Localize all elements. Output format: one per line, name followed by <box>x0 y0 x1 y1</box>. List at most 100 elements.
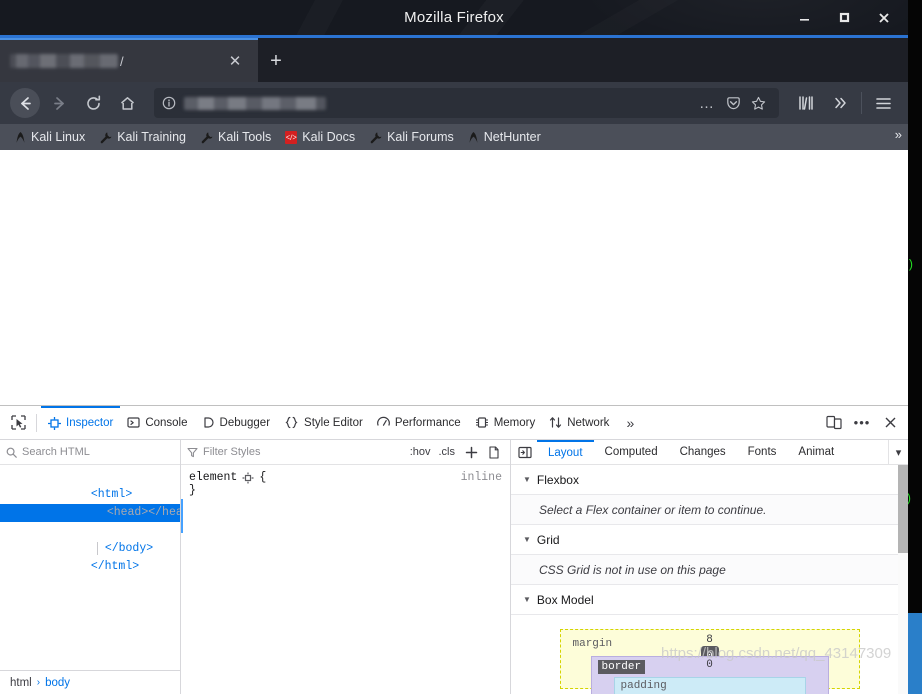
element-picker-icon[interactable] <box>4 409 32 437</box>
breadcrumb-item-body[interactable]: body <box>45 677 70 689</box>
firefox-window: Mozilla Firefox / ✕ + … Kali Linux Kali … <box>0 0 908 694</box>
maximize-button[interactable] <box>824 0 864 35</box>
breadcrumb-item-html[interactable]: html <box>10 677 32 689</box>
document-icon <box>489 445 499 459</box>
hover-states-button[interactable]: :hov <box>406 442 435 462</box>
expand-twisty-icon[interactable]: ▼ <box>91 527 96 536</box>
back-button[interactable] <box>10 88 40 118</box>
devtools-tab-label: Performance <box>394 416 461 429</box>
dom-tree: <html> <head></head> ▼ <body> </body> </… <box>0 465 180 670</box>
browser-tab[interactable]: / ✕ <box>0 40 258 82</box>
bookmark-label: Kali Forums <box>387 130 454 144</box>
responsive-design-mode-icon[interactable] <box>820 409 848 437</box>
section-header-grid[interactable]: ▼ Grid <box>511 525 908 555</box>
tab-title-redacted <box>10 54 118 68</box>
devtools-tab-inspector[interactable]: Inspector <box>41 405 121 439</box>
devtools-tab-network[interactable]: Network <box>542 406 616 439</box>
bookmark-kali-linux[interactable]: Kali Linux <box>8 126 92 148</box>
element-classes-button[interactable]: .cls <box>435 442 460 462</box>
devtools-tab-console[interactable]: Console <box>120 406 194 439</box>
url-bar[interactable]: … <box>154 88 779 118</box>
page-actions-icon[interactable]: … <box>693 95 721 112</box>
sidebar-tab-layout[interactable]: Layout <box>537 439 594 464</box>
wrench-icon <box>201 131 213 143</box>
devtools-tab-performance[interactable]: Performance <box>370 406 468 439</box>
forward-button[interactable] <box>44 88 74 118</box>
page-viewport[interactable] <box>0 150 908 479</box>
sidebar-tabs-overflow-icon[interactable]: ▾ <box>888 440 908 464</box>
style-editor-icon <box>285 416 298 429</box>
collapse-twisty-icon[interactable]: ▼ <box>523 535 531 544</box>
add-new-rule-button[interactable] <box>459 442 484 462</box>
performance-icon <box>376 416 390 426</box>
devtools-tab-label: Console <box>145 416 188 429</box>
section-header-flexbox[interactable]: ▼ Flexbox <box>511 465 908 495</box>
sidebar-tab-changes[interactable]: Changes <box>669 440 737 464</box>
reload-button[interactable] <box>78 88 108 118</box>
box-model-margin-top-value[interactable]: 8 <box>706 634 713 646</box>
breadcrumb-separator: › <box>36 677 41 688</box>
minimize-button[interactable] <box>784 0 824 35</box>
breadcrumb: html › body <box>0 670 180 694</box>
bookmarks-overflow-icon[interactable]: » <box>895 127 902 142</box>
box-model-padding-label: padding <box>620 680 667 692</box>
dom-node-html-open[interactable]: <html> <box>0 468 180 501</box>
css-rule-selector[interactable]: element <box>189 471 237 484</box>
sidebar-tab-computed[interactable]: Computed <box>594 440 669 464</box>
devtools-tabs-overflow-icon[interactable]: » <box>616 409 644 437</box>
library-icon[interactable] <box>791 88 821 118</box>
bookmark-label: Kali Tools <box>218 130 272 144</box>
devtools-tab-style-editor[interactable]: Style Editor <box>277 406 370 439</box>
collapse-twisty-icon[interactable]: ▼ <box>523 475 531 484</box>
box-model-padding[interactable]: padding <box>613 677 806 694</box>
navigation-toolbar: … <box>0 82 908 124</box>
section-title: Flexbox <box>536 472 579 487</box>
devtools-tab-label: Memory <box>493 416 536 429</box>
section-header-box-model[interactable]: ▼ Box Model <box>511 585 908 615</box>
devtools-tab-debugger[interactable]: Debugger <box>195 406 278 439</box>
box-model-margin[interactable]: margin 8 0 border 0 padding <box>559 629 860 694</box>
home-button[interactable] <box>112 88 142 118</box>
new-tab-button[interactable]: + <box>258 40 294 82</box>
toolbar-overflow-icon[interactable] <box>825 88 855 118</box>
layout-twisty-icon[interactable] <box>242 472 254 484</box>
layout-content: ▼ Flexbox Select a Flex container or ite… <box>511 465 908 694</box>
dom-node-label: <html> <box>90 488 133 501</box>
bookmark-kali-training[interactable]: Kali Training <box>92 126 193 148</box>
collapse-twisty-icon[interactable]: ▼ <box>523 595 531 604</box>
close-button[interactable] <box>864 0 904 35</box>
bookmark-nethunter[interactable]: NetHunter <box>461 126 548 148</box>
pocket-icon[interactable] <box>721 96 746 111</box>
toggle-sidebar-icon[interactable] <box>513 440 537 464</box>
bookmark-kali-forums[interactable]: Kali Forums <box>362 126 461 148</box>
application-menu-icon[interactable] <box>868 88 898 118</box>
sidebar-tab-animations[interactable]: Animat <box>787 440 845 464</box>
inspector-icon <box>48 416 61 430</box>
print-styles-button[interactable] <box>484 442 504 462</box>
memory-icon <box>475 417 488 428</box>
wrench-icon <box>370 131 382 143</box>
bookmark-star-icon[interactable] <box>746 96 771 111</box>
close-tab-icon[interactable]: ✕ <box>226 52 244 70</box>
search-html-input[interactable]: Search HTML <box>0 440 180 465</box>
bookmark-kali-docs[interactable]: </> Kali Docs <box>278 126 362 148</box>
layout-sidebar: Layout Computed Changes Fonts Animat ▾ ▼… <box>511 439 908 694</box>
devtools-close-icon[interactable] <box>876 409 904 437</box>
layout-scrollbar-thumb[interactable] <box>898 465 908 553</box>
devtools-tab-memory[interactable]: Memory <box>468 406 543 439</box>
window-title: Mozilla Firefox <box>404 9 504 26</box>
bookmark-kali-tools[interactable]: Kali Tools <box>193 126 278 148</box>
css-rule-source[interactable]: inline <box>461 471 502 484</box>
box-model-border-top-value[interactable]: 0 <box>706 659 713 671</box>
bookmark-label: Kali Docs <box>302 130 356 144</box>
site-information-icon[interactable] <box>162 96 176 110</box>
indent-guide: </body> <box>96 542 154 555</box>
bookmark-label: Kali Linux <box>31 130 86 144</box>
sidebar-tab-fonts[interactable]: Fonts <box>737 440 788 464</box>
box-model-border[interactable]: border 0 padding <box>590 656 829 694</box>
rules-panel: Filter Styles :hov .cls element {inline… <box>181 440 511 694</box>
devtools-options-icon[interactable]: ••• <box>848 409 876 437</box>
filter-styles-input[interactable]: Filter Styles <box>187 446 406 458</box>
devtools-tab-label: Style Editor <box>304 416 363 429</box>
flexbox-empty-message: Select a Flex container or item to conti… <box>511 495 908 525</box>
